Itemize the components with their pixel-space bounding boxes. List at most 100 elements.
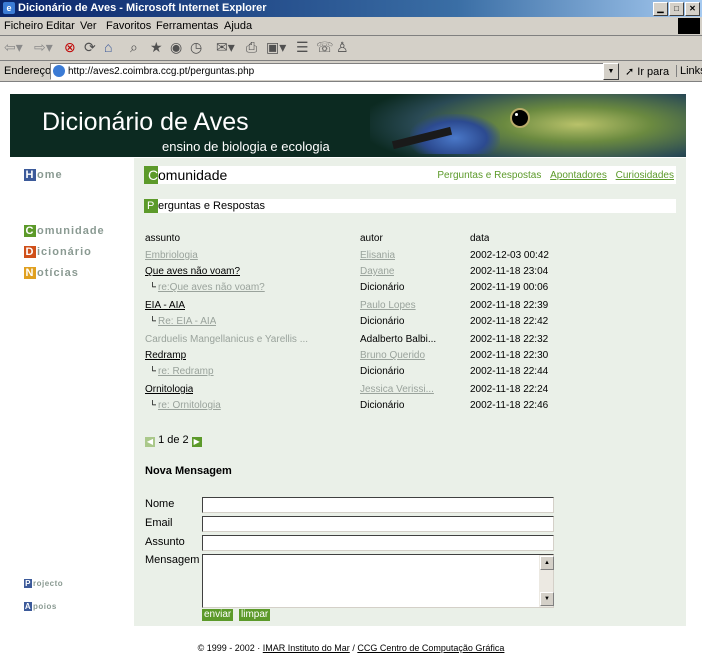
table-header: assunto autor data [134, 233, 686, 249]
scroll-down-icon[interactable]: ▼ [540, 592, 554, 606]
go-label: Ir para [637, 66, 670, 78]
message-author-link[interactable]: Elisania [360, 250, 395, 261]
table-row: EIA - AIA Paulo Lopes 2002-11-18 22:39 [134, 300, 686, 316]
sidebar-item-noticias[interactable]: Notícias [24, 267, 79, 279]
minimize-button[interactable]: ▁ [653, 2, 668, 16]
message-date: 2002-11-18 22:46 [470, 400, 549, 411]
message-author: Dicionário [360, 316, 405, 327]
page-footer: © 1999 - 2002 · IMAR Instituto do Mar / … [0, 643, 702, 653]
history-icon[interactable]: ◷ [190, 39, 202, 56]
table-row: Carduelis Mangellanicus e Yarellis ... A… [134, 334, 686, 350]
mensagem-textarea[interactable]: ▲ ▼ [202, 554, 554, 608]
sidebar-item-label: otícias [37, 267, 79, 279]
links-button[interactable]: Links [676, 65, 702, 77]
reply-branch-icon: └ [149, 282, 157, 293]
table-row: └ re:Que aves não voam? Dicionário 2002-… [134, 282, 686, 298]
close-button[interactable]: ✕ [685, 2, 700, 16]
next-page-icon[interactable]: ▶ [191, 437, 202, 447]
address-bar: Endereço ▼ ➚ Ir para Links [0, 61, 702, 82]
print-icon[interactable]: ⎙ [246, 39, 257, 56]
menu-editar[interactable]: Editar [46, 20, 75, 32]
message-subject-link[interactable]: Re: EIA - AIA [158, 316, 216, 327]
message-subject-link[interactable]: Que aves não voam? [145, 266, 240, 277]
subsection-title: Perguntas e Respostas [147, 199, 266, 213]
messenger-icon[interactable]: ☏ [316, 39, 334, 56]
mail-icon[interactable]: ✉▾ [216, 39, 235, 56]
menu-favoritos[interactable]: Favoritos [106, 20, 151, 32]
sidebar-cap: H [24, 169, 36, 181]
sidebar-item-projecto[interactable]: Projecto [24, 579, 63, 588]
refresh-icon[interactable]: ⟳ [84, 39, 96, 56]
favorites-icon[interactable]: ★ [150, 39, 163, 56]
page-indicator: 1 de 2 [158, 434, 189, 446]
section-header: Comunidade Perguntas e Respostas Apontad… [144, 166, 676, 184]
scroll-up-icon[interactable]: ▲ [540, 556, 554, 570]
menu-ver[interactable]: Ver [80, 20, 97, 32]
message-author-link[interactable]: Bruno Querido [360, 350, 425, 361]
message-date: 2002-11-18 22:39 [470, 300, 549, 311]
message-subject-link[interactable]: Embriologia [145, 250, 198, 261]
imar-link[interactable]: IMAR Instituto do Mar [263, 643, 350, 653]
assunto-label: Assunto [145, 536, 185, 548]
back-icon[interactable]: ⇦▾ [4, 39, 23, 56]
reply-branch-icon: └ [149, 400, 157, 411]
table-row: Embriologia Elisania 2002-12-03 00:42 [134, 250, 686, 266]
address-field[interactable] [50, 63, 618, 80]
sidebar-cap: D [24, 246, 36, 258]
sidebar-cap: C [24, 225, 36, 237]
message-subject-link[interactable]: Ornitologia [145, 384, 193, 395]
message-subject-link[interactable]: Redramp [145, 350, 186, 361]
go-button[interactable]: ➚ Ir para [625, 65, 669, 78]
user-icon[interactable]: ♙ [336, 39, 349, 56]
sidebar-item-comunidade[interactable]: Comunidade [24, 225, 105, 237]
nome-field[interactable] [202, 497, 554, 513]
sidebar-item-label: icionário [37, 246, 92, 258]
message-author: Dicionário [360, 400, 405, 411]
stop-icon[interactable]: ⊗ [64, 39, 76, 56]
address-label: Endereço [4, 65, 52, 77]
ccg-link[interactable]: CCG Centro de Computação Gráfica [357, 643, 504, 653]
address-dropdown-icon[interactable]: ▼ [603, 63, 619, 80]
media-icon[interactable]: ◉ [170, 39, 182, 56]
message-date: 2002-11-19 00:06 [470, 282, 549, 293]
maximize-button[interactable]: □ [669, 2, 684, 16]
site-title: Dicionário de Aves [42, 108, 249, 136]
message-subject-link[interactable]: EIA - AIA [145, 300, 185, 311]
link-perguntas[interactable]: Perguntas e Respostas [437, 170, 541, 181]
link-curiosidades[interactable]: Curiosidades [616, 170, 674, 181]
table-row: Redramp Bruno Querido 2002-11-18 22:30 [134, 350, 686, 366]
message-author-link[interactable]: Jessica Verissi... [360, 384, 434, 395]
assunto-field[interactable] [202, 535, 554, 551]
sidebar-item-apoios[interactable]: Apoios [24, 602, 57, 611]
message-subject-link[interactable]: re:Que aves não voam? [158, 282, 265, 293]
search-icon[interactable]: ⌕ [130, 39, 138, 56]
edit-icon[interactable]: ▣▾ [266, 39, 286, 56]
menu-ferramentas[interactable]: Ferramentas [156, 20, 218, 32]
message-author-link[interactable]: Paulo Lopes [360, 300, 416, 311]
address-input[interactable] [68, 64, 588, 78]
menu-ajuda[interactable]: Ajuda [224, 20, 252, 32]
message-date: 2002-11-18 22:24 [470, 384, 549, 395]
message-subject-link[interactable]: Carduelis Mangellanicus e Yarellis ... [145, 334, 308, 345]
sidebar-item-label: poios [33, 602, 57, 611]
textarea-scrollbar[interactable]: ▲ ▼ [539, 555, 554, 607]
discuss-icon[interactable]: ☰ [296, 39, 309, 56]
message-subject-link[interactable]: re: Ornitologia [158, 400, 221, 411]
menu-ficheiro[interactable]: Ficheiro [4, 20, 43, 32]
email-field[interactable] [202, 516, 554, 532]
forward-icon[interactable]: ⇨▾ [34, 39, 53, 56]
sidebar-item-home[interactable]: Home [24, 169, 63, 181]
limpar-button[interactable]: limpar [239, 609, 271, 621]
message-author-link[interactable]: Dayane [360, 266, 394, 277]
enviar-button[interactable]: enviar [202, 609, 234, 621]
prev-page-icon[interactable]: ◀ [145, 437, 155, 447]
subsection-rest: erguntas e Respostas [158, 200, 266, 212]
home-icon[interactable]: ⌂ [104, 39, 112, 56]
copyright-text: © 1999 - 2002 · [197, 643, 261, 653]
message-subject-link[interactable]: re: Redramp [158, 366, 214, 377]
table-row: Ornitologia Jessica Verissi... 2002-11-1… [134, 384, 686, 400]
table-row: └ Re: EIA - AIA Dicionário 2002-11-18 22… [134, 316, 686, 332]
sidebar-item-dicionario[interactable]: Dicionário [24, 246, 92, 258]
link-apontadores[interactable]: Apontadores [550, 170, 607, 181]
col-autor: autor [360, 233, 383, 244]
